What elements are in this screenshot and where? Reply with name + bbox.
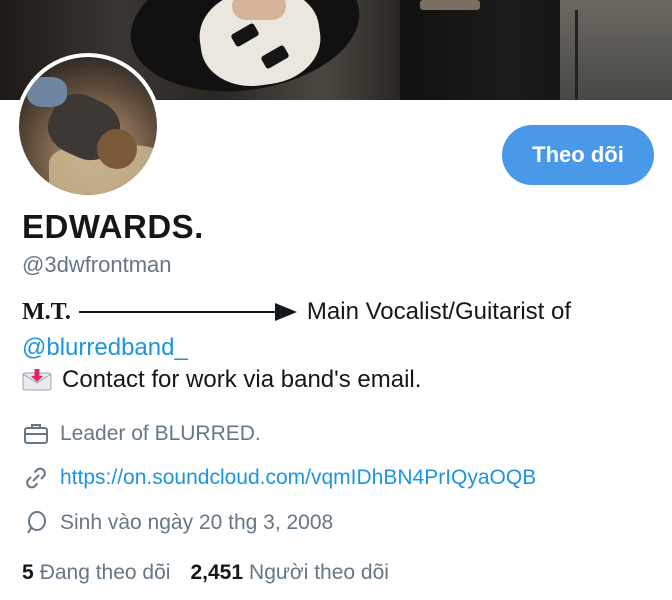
avatar-shirt: [27, 77, 67, 107]
followers-count[interactable]: 2,451: [190, 561, 243, 585]
following-count[interactable]: 5: [22, 561, 34, 585]
followers-label[interactable]: Người theo dõi: [249, 561, 389, 585]
avatar[interactable]: [15, 53, 161, 199]
avatar-hair: [97, 129, 137, 169]
arrow-head-icon: [274, 303, 297, 321]
user-handle: @3dwfrontman: [22, 252, 172, 277]
arrow-line: [78, 311, 275, 313]
banner-amp-label: [420, 0, 480, 10]
briefcase-icon: [24, 424, 48, 444]
bio-line-1: M.T. Main Vocalist/Guitarist of: [22, 298, 662, 326]
follow-stats: 5 Đang theo dõi 2,451 Người theo dõi: [22, 561, 389, 585]
profile-link-item: https://on.soundcloud.com/vqmIDhBN4PrIQy…: [22, 464, 536, 492]
work-text: Leader of BLURRED.: [60, 422, 261, 445]
balloon-icon: [27, 511, 46, 534]
following-label[interactable]: Đang theo dõi: [40, 561, 171, 585]
follow-button[interactable]: Theo dõi: [502, 125, 654, 185]
bio-contact-text: Contact for work via band's email.: [62, 366, 422, 393]
birthday-text: Sinh vào ngày 20 thg 3, 2008: [60, 511, 334, 534]
bio-mention-link[interactable]: @blurredband_: [22, 334, 188, 362]
link-icon: [26, 467, 46, 489]
profile-birthday-item: Sinh vào ngày 20 thg 3, 2008: [22, 509, 333, 537]
bio-line-2: Contact for work via band's email.: [22, 366, 421, 394]
banner-hand: [232, 0, 286, 20]
bio-prefix: M.T.: [22, 298, 71, 325]
avatar-image: [19, 57, 157, 195]
incoming-envelope-icon: [22, 369, 52, 391]
profile-work-item: Leader of BLURRED.: [22, 420, 261, 448]
website-link[interactable]: https://on.soundcloud.com/vqmIDhBN4PrIQy…: [60, 466, 536, 490]
banner-mic-stand: [575, 10, 578, 100]
display-name: EDWARDS.: [22, 208, 204, 245]
bio-role-text: Main Vocalist/Guitarist of: [306, 298, 571, 325]
